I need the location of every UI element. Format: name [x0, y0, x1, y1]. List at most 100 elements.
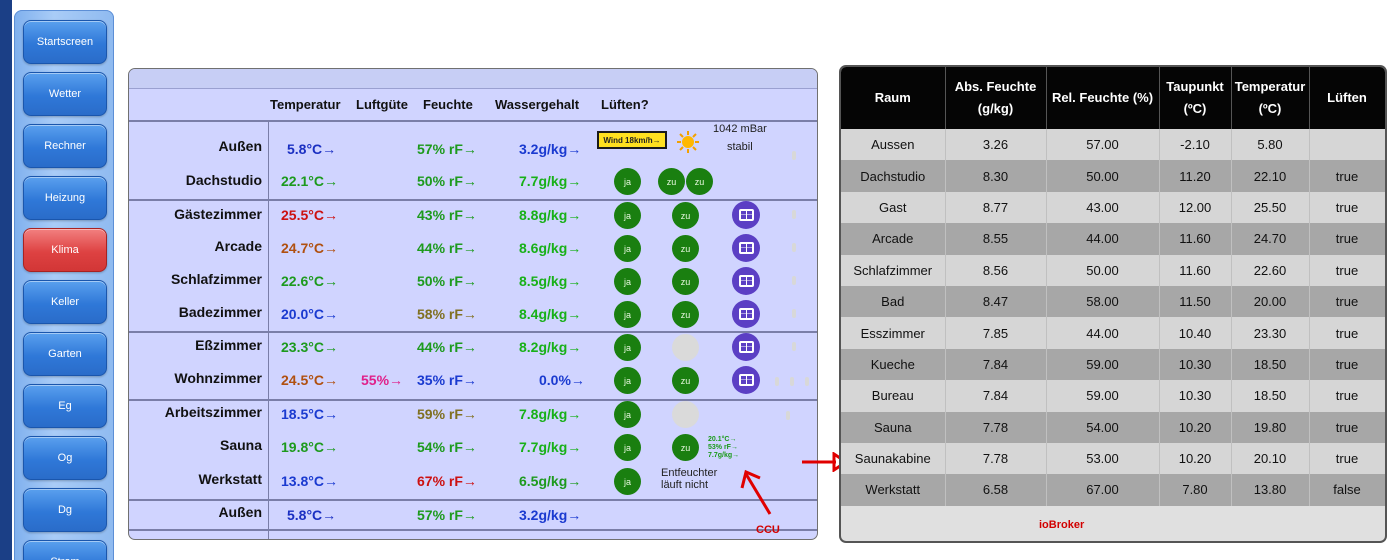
- nav-eg-button[interactable]: Eg: [23, 384, 107, 428]
- cell-vent: [1309, 129, 1385, 161]
- table-row: Bad 8.47 58.00 11.50 20.00 true: [841, 285, 1385, 318]
- room-name: Arcade: [214, 238, 262, 254]
- window-status-button[interactable]: zu: [672, 367, 699, 394]
- nav-strom-button[interactable]: Strom: [23, 540, 107, 560]
- sauna-mini-readout: 20.1°C→ 53% rF→ 7.7g/kg→: [708, 436, 739, 460]
- header-lueften: Lüften?: [601, 97, 649, 112]
- nav-wetter-button[interactable]: Wetter: [23, 72, 107, 116]
- room-name: Dachstudio: [185, 172, 262, 188]
- water-content-value: 3.2g/kg→: [519, 141, 582, 157]
- vent-status-button[interactable]: ja: [614, 268, 641, 295]
- table-row: Saunakabine 7.78 53.00 10.20 20.10 true: [841, 442, 1385, 475]
- room-name: Werkstatt: [198, 471, 262, 487]
- column-header-abs-feuchte: Abs. Feuchte (g/kg): [945, 67, 1047, 129]
- cell-abs: 8.56: [945, 254, 1047, 286]
- table-row: Werkstatt 6.58 67.00 7.80 13.80 false: [841, 474, 1385, 506]
- sidebar-nav: Startscreen Wetter Rechner Heizung Klima…: [14, 10, 114, 560]
- humidity-value: 54% rF→: [417, 439, 477, 455]
- nav-startscreen-button[interactable]: Startscreen: [23, 20, 107, 64]
- temperature-value: 22.6°C→: [281, 273, 338, 289]
- wind-badge: Wind 18km/h→: [597, 131, 667, 149]
- divider: [129, 120, 817, 122]
- cell-dew: 7.80: [1159, 474, 1232, 506]
- window-control-icon[interactable]: [732, 201, 760, 229]
- column-header-taupunkt: Taupunkt (ºC): [1159, 67, 1232, 129]
- cell-rel: 58.00: [1046, 285, 1160, 318]
- header-wassergehalt: Wassergehalt: [495, 97, 580, 112]
- left-edge-strip: [0, 0, 12, 560]
- sauna-mini-humidity: 53% rF→: [708, 444, 738, 451]
- water-content-value: 3.2g/kg→: [519, 507, 582, 523]
- room-name: Arbeitszimmer: [164, 404, 262, 420]
- vent-status-button[interactable]: ja: [614, 401, 641, 428]
- window-status-button[interactable]: zu: [672, 235, 699, 262]
- window-status-button[interactable]: zu: [672, 301, 699, 328]
- cell-temp: 24.70: [1231, 223, 1310, 255]
- nav-heizung-button[interactable]: Heizung: [23, 176, 107, 220]
- cell-vent: true: [1309, 442, 1385, 475]
- cell-dew: 10.20: [1159, 442, 1232, 475]
- cell-temp: 25.50: [1231, 191, 1310, 224]
- nav-keller-button[interactable]: Keller: [23, 280, 107, 324]
- cell-rel: 57.00: [1046, 129, 1160, 161]
- window-status-button[interactable]: zu: [686, 168, 713, 195]
- cell-vent: true: [1309, 348, 1385, 381]
- divider: [129, 399, 817, 401]
- nav-garten-button[interactable]: Garten: [23, 332, 107, 376]
- cell-room: Kueche: [841, 348, 946, 381]
- cell-rel: 43.00: [1046, 191, 1160, 224]
- table-row: Kueche 7.84 59.00 10.30 18.50 true: [841, 348, 1385, 381]
- vent-status-button[interactable]: ja: [614, 367, 641, 394]
- water-content-value: 0.0%→: [539, 372, 585, 388]
- vent-status-button[interactable]: ja: [614, 168, 641, 195]
- window-status-button[interactable]: zu: [672, 202, 699, 229]
- window-control-icon[interactable]: [732, 234, 760, 262]
- vent-status-button[interactable]: ja: [614, 334, 641, 361]
- cell-dew: 10.30: [1159, 348, 1232, 381]
- nav-klima-button[interactable]: Klima: [23, 228, 107, 272]
- humidity-value: 44% rF→: [417, 339, 477, 355]
- cell-abs: 8.55: [945, 223, 1047, 255]
- vent-status-button[interactable]: ja: [614, 301, 641, 328]
- nav-og-button[interactable]: Og: [23, 436, 107, 480]
- water-content-value: 8.4g/kg→: [519, 306, 582, 322]
- cell-dew: 11.60: [1159, 254, 1232, 286]
- cell-vent: false: [1309, 474, 1385, 506]
- cell-rel: 59.00: [1046, 348, 1160, 381]
- table-row: Arcade 8.55 44.00 11.60 24.70 true: [841, 223, 1385, 255]
- room-name: Schlafzimmer: [170, 271, 262, 287]
- water-content-value: 8.5g/kg→: [519, 273, 582, 289]
- cell-room: Dachstudio: [841, 160, 946, 192]
- vent-status-button[interactable]: ja: [614, 468, 641, 495]
- vent-status-button[interactable]: ja: [614, 202, 641, 229]
- table-header-row: Raum Abs. Feuchte (g/kg) Rel. Feuchte (%)…: [841, 67, 1385, 129]
- divider: [129, 499, 817, 501]
- nav-rechner-button[interactable]: Rechner: [23, 124, 107, 168]
- vent-status-button[interactable]: ja: [614, 235, 641, 262]
- window-control-icon[interactable]: [732, 366, 760, 394]
- cell-abs: 3.26: [945, 129, 1047, 161]
- column-header-raum: Raum: [841, 67, 946, 129]
- humidity-value: 50% rF→: [417, 273, 477, 289]
- window-status-button[interactable]: zu: [672, 434, 699, 461]
- cell-abs: 7.78: [945, 411, 1047, 443]
- sauna-mini-temp: 20.1°C→: [708, 436, 737, 443]
- window-status-button[interactable]: zu: [658, 168, 685, 195]
- cell-room: Sauna: [841, 411, 946, 443]
- nav-dg-button[interactable]: Dg: [23, 488, 107, 532]
- air-quality-value: 55%→: [361, 372, 404, 388]
- cell-temp: 18.50: [1231, 348, 1310, 381]
- temperature-value: 25.5°C→: [281, 207, 338, 223]
- window-status-button[interactable]: zu: [672, 268, 699, 295]
- window-control-icon[interactable]: [732, 300, 760, 328]
- cell-room: Arcade: [841, 223, 946, 255]
- humidity-value: 50% rF→: [417, 173, 477, 189]
- window-control-icon[interactable]: [732, 267, 760, 295]
- vent-status-button[interactable]: ja: [614, 434, 641, 461]
- temperature-value: 24.5°C→: [281, 372, 338, 388]
- window-control-icon[interactable]: [732, 333, 760, 361]
- lamp-icon: [790, 377, 794, 386]
- cell-vent: true: [1309, 285, 1385, 318]
- table-row: Schlafzimmer 8.56 50.00 11.60 22.60 true: [841, 254, 1385, 286]
- iobroker-label: ioBroker: [1039, 519, 1085, 531]
